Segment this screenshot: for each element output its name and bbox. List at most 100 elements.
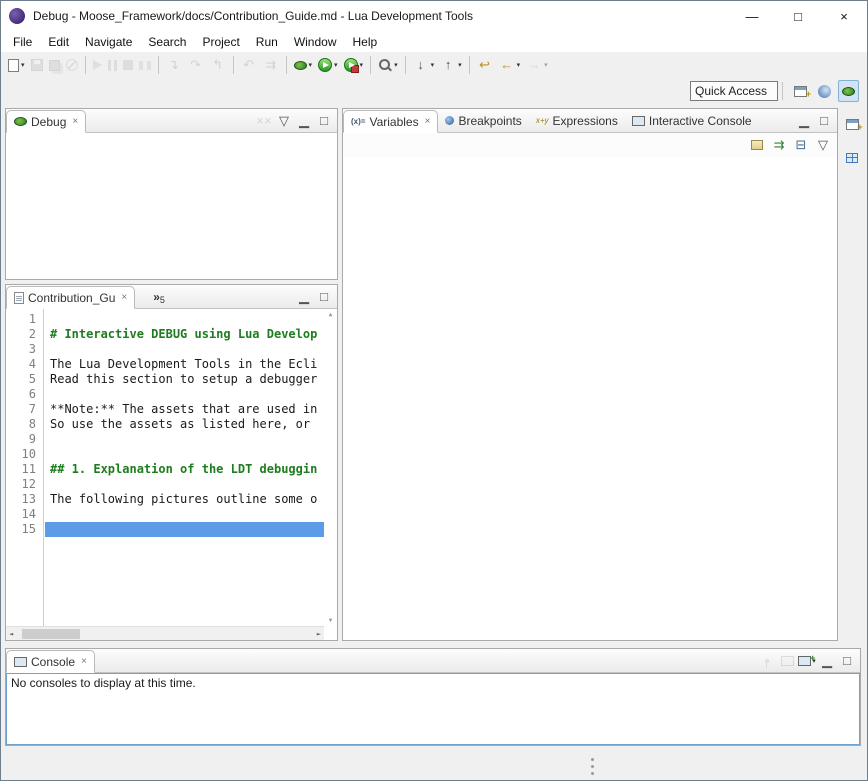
run-button[interactable]: ▾ bbox=[315, 54, 341, 76]
tab-debug[interactable]: Debug × bbox=[6, 110, 86, 133]
terminate-button bbox=[120, 54, 136, 76]
scroll-left-icon[interactable]: ◄ bbox=[9, 630, 13, 638]
scrollbar-thumb[interactable] bbox=[22, 629, 80, 639]
tab-contribution-guide[interactable]: Contribution_Gu× bbox=[6, 286, 135, 309]
last-edit-location-button[interactable]: ↩ bbox=[474, 54, 496, 76]
debug-icon bbox=[294, 61, 307, 70]
editor-horizontal-scrollbar[interactable]: ◄ ► bbox=[6, 626, 324, 640]
menu-search[interactable]: Search bbox=[140, 33, 194, 51]
menu-file[interactable]: File bbox=[5, 33, 40, 51]
menu-window[interactable]: Window bbox=[286, 33, 345, 51]
debug-perspective-button[interactable] bbox=[838, 80, 859, 102]
tab-overflow-count: 5 bbox=[160, 295, 165, 305]
menu-navigate[interactable]: Navigate bbox=[77, 33, 140, 51]
editor-line: ## 1. Explanation of the LDT debuggin bbox=[45, 462, 324, 477]
new-button[interactable]: ▾ bbox=[5, 54, 28, 76]
tab-breakpoints[interactable]: Breakpoints bbox=[438, 109, 528, 132]
search-button[interactable]: ▾ bbox=[375, 54, 401, 76]
search-dropdown-icon[interactable]: ▾ bbox=[394, 61, 398, 69]
line-number: 14 bbox=[6, 507, 36, 522]
editor-line bbox=[45, 507, 324, 522]
tab-debug-label: Debug bbox=[31, 115, 66, 129]
open-console-button[interactable]: ▾ bbox=[797, 651, 817, 671]
next-annotation-dropdown-icon[interactable]: ▾ bbox=[431, 61, 435, 69]
editor-line bbox=[45, 432, 324, 447]
back-dropdown-icon[interactable]: ▾ bbox=[517, 61, 521, 69]
debug-maximize-button[interactable]: □ bbox=[314, 111, 334, 131]
console-content[interactable]: No consoles to display at this time. bbox=[6, 673, 860, 745]
debug-button[interactable]: ▾ bbox=[291, 54, 316, 76]
quick-access-input[interactable]: Quick Access bbox=[690, 81, 778, 101]
variables-view-menu-button[interactable]: ▽ bbox=[813, 135, 833, 155]
console-view: Console× ▾▁□ No consoles to display at t… bbox=[5, 648, 861, 746]
menu-project[interactable]: Project bbox=[194, 33, 247, 51]
toolbar-separator bbox=[158, 56, 159, 74]
previous-annotation-dropdown-icon[interactable]: ▾ bbox=[458, 61, 462, 69]
editor-code[interactable]: # Interactive DEBUG using Lua Develop Th… bbox=[45, 309, 324, 626]
editor-line bbox=[45, 387, 324, 402]
tab-contribution-guide-close-icon[interactable]: × bbox=[121, 292, 127, 303]
editor-vertical-scrollbar[interactable]: ▲ ▼ bbox=[324, 309, 337, 626]
sash-handle[interactable] bbox=[591, 758, 594, 775]
new-dropdown-icon[interactable]: ▾ bbox=[21, 61, 25, 69]
variables-view-content[interactable] bbox=[343, 157, 837, 640]
tab-console-close-icon[interactable]: × bbox=[81, 656, 87, 667]
editor-maximize-button[interactable]: □ bbox=[314, 287, 334, 307]
minimize-button[interactable]: — bbox=[729, 1, 775, 31]
tab-interactive-console[interactable]: Interactive Console bbox=[625, 109, 759, 132]
search-icon bbox=[378, 58, 392, 72]
save-all-icon bbox=[49, 60, 60, 71]
tab-variables[interactable]: (x)=Variables× bbox=[343, 110, 438, 133]
minimized-grid-view-button[interactable] bbox=[842, 148, 862, 168]
editor-tab-overflow[interactable]: » 5 bbox=[145, 285, 173, 308]
editor-minimize-button[interactable]: ▁ bbox=[294, 287, 314, 307]
toolbar-separator bbox=[405, 56, 406, 74]
maximize-button[interactable]: □ bbox=[775, 1, 821, 31]
back-button[interactable]: ←▾ bbox=[496, 54, 524, 76]
editor-line: Read this section to setup a debugger bbox=[45, 372, 324, 387]
toolbar-separator bbox=[469, 56, 470, 74]
tab-expressions[interactable]: x+yExpressions bbox=[529, 109, 625, 132]
restore-minimized-view-button[interactable] bbox=[842, 114, 862, 134]
editor-line bbox=[45, 312, 324, 327]
line-number: 8 bbox=[6, 417, 36, 432]
editor-view: Contribution_Gu× » 5 ▁□ 1234567891011121… bbox=[5, 284, 338, 641]
editor-tabrow: Contribution_Gu× » 5 ▁□ bbox=[6, 285, 337, 309]
skip-all-breakpoints-icon bbox=[66, 59, 78, 71]
close-button[interactable]: × bbox=[821, 1, 867, 31]
interactive-console-icon bbox=[632, 116, 645, 126]
debug-dropdown-icon[interactable]: ▾ bbox=[309, 61, 313, 69]
editor-area[interactable]: 123456789101112131415 # Interactive DEBU… bbox=[6, 309, 337, 640]
open-perspective-button[interactable] bbox=[790, 80, 811, 102]
variables-maximize-button[interactable]: □ bbox=[814, 111, 834, 131]
variables-view-menu-icon: ▽ bbox=[815, 137, 831, 153]
menu-run[interactable]: Run bbox=[248, 33, 286, 51]
tab-variables-close-icon[interactable]: × bbox=[425, 116, 431, 127]
toolbar-separator bbox=[782, 82, 783, 100]
external-tools-button[interactable]: ▾ bbox=[341, 54, 367, 76]
show-type-names-button[interactable] bbox=[747, 135, 767, 155]
collapse-all-button[interactable]: ⊟ bbox=[791, 135, 811, 155]
show-logical-structures-button[interactable]: ⇉ bbox=[769, 135, 789, 155]
menu-help[interactable]: Help bbox=[345, 33, 386, 51]
tab-debug-close-icon[interactable]: × bbox=[72, 116, 78, 127]
console-message: No consoles to display at this time. bbox=[11, 676, 196, 690]
variables-minimize-button[interactable]: ▁ bbox=[794, 111, 814, 131]
console-minimize-button[interactable]: ▁ bbox=[817, 651, 837, 671]
external-tools-dropdown-icon[interactable]: ▾ bbox=[360, 61, 364, 69]
debug-view-menu-button[interactable]: ▽ bbox=[274, 111, 294, 131]
tab-console[interactable]: Console× bbox=[6, 650, 95, 673]
scroll-up-icon[interactable]: ▲ bbox=[329, 311, 333, 318]
lua-perspective-button[interactable] bbox=[814, 80, 835, 102]
previous-annotation-button[interactable]: ↑▾ bbox=[437, 54, 465, 76]
menu-edit[interactable]: Edit bbox=[40, 33, 77, 51]
scroll-down-icon[interactable]: ▼ bbox=[329, 617, 333, 624]
debug-view-content[interactable] bbox=[6, 133, 337, 279]
save-icon bbox=[31, 59, 43, 71]
debug-minimize-button[interactable]: ▁ bbox=[294, 111, 314, 131]
line-number: 10 bbox=[6, 447, 36, 462]
run-dropdown-icon[interactable]: ▾ bbox=[334, 61, 338, 69]
console-maximize-button[interactable]: □ bbox=[837, 651, 857, 671]
scroll-right-icon[interactable]: ► bbox=[317, 630, 321, 638]
next-annotation-button[interactable]: ↓▾ bbox=[410, 54, 438, 76]
